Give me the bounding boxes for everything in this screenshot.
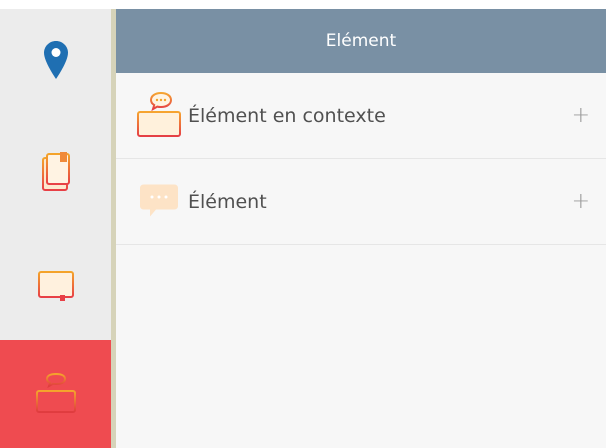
main-panel: Elément Élément en contexte + Élément + — [116, 9, 606, 448]
add-button[interactable]: + — [572, 190, 590, 213]
list-item-label: Élément en contexte — [188, 104, 386, 127]
panel-header: Elément — [116, 9, 606, 73]
map-pin-icon — [43, 40, 69, 80]
chat-bubble-icon — [136, 177, 184, 225]
open-book-icon — [36, 269, 76, 303]
list-item-element[interactable]: Élément + — [116, 159, 606, 245]
list-item-label: Élément — [188, 190, 267, 213]
document-icon — [38, 150, 74, 196]
list-item-element-context[interactable]: Élément en contexte + — [116, 73, 606, 159]
add-button[interactable]: + — [572, 104, 590, 127]
top-strip — [0, 0, 606, 9]
sidebar-item-element-context[interactable] — [0, 340, 111, 448]
sidebar-item-document[interactable] — [0, 128, 111, 218]
panel-title: Elément — [325, 31, 397, 51]
book-chat-icon — [33, 373, 79, 415]
book-chat-icon — [136, 91, 184, 139]
sidebar-item-location[interactable] — [0, 18, 111, 102]
sidebar-item-book[interactable] — [0, 240, 111, 332]
